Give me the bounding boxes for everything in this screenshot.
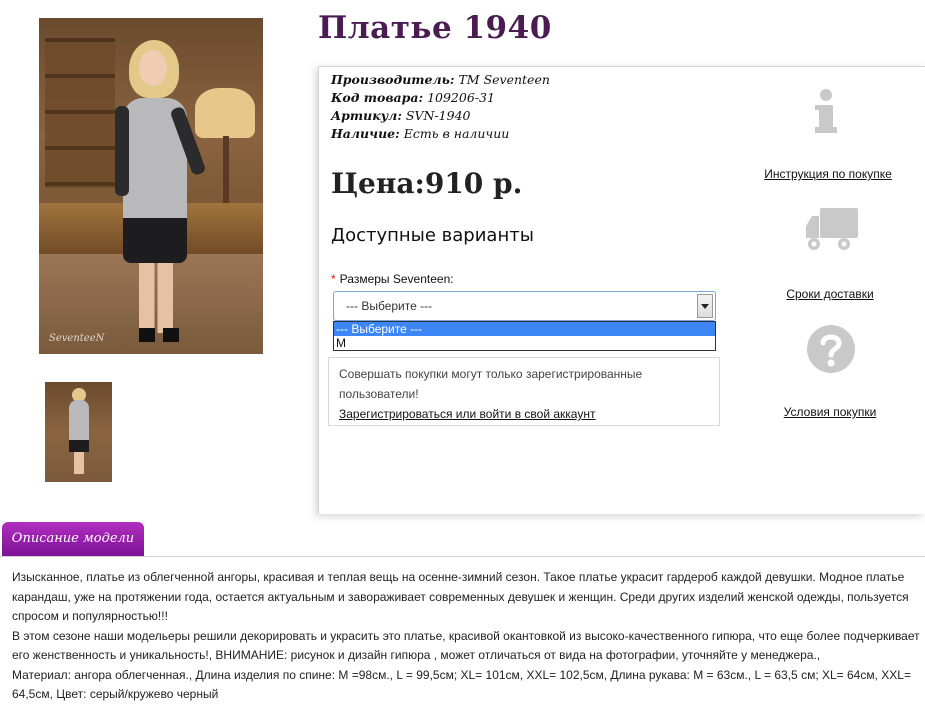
spec-label: Код товара:: [331, 90, 424, 105]
truck-icon[interactable]: [804, 206, 860, 252]
instructions-item: Инструкция по покупке: [748, 167, 908, 181]
image-watermark: SeventeeN: [49, 333, 105, 344]
model-legs: [139, 263, 173, 333]
size-option[interactable]: --- Выберите ---: [334, 322, 715, 336]
product-price: Цена:910 р.: [331, 167, 523, 200]
model-face: [139, 50, 167, 86]
terms-link[interactable]: Условия покупки: [784, 405, 877, 419]
instructions-link[interactable]: Инструкция по покупке: [764, 167, 892, 181]
variants-heading: Доступные варианты: [331, 225, 534, 246]
spec-label: Производитель:: [331, 72, 455, 87]
info-icon[interactable]: [806, 88, 846, 136]
description-body: Изысканное, платье из облегченной ангоры…: [12, 568, 922, 705]
spec-product-code: Код товара: 109206-31: [331, 89, 550, 107]
size-select-value: --- Выберите ---: [346, 299, 433, 313]
spec-value: SVN-1940: [405, 108, 471, 123]
delivery-link[interactable]: Сроки доставки: [786, 287, 873, 301]
size-option-text: Размеры Seventeen:: [339, 272, 454, 286]
spec-value: TM Seventeen: [458, 72, 550, 87]
spec-availability: Наличие: Есть в наличии: [331, 125, 550, 143]
terms-item: Условия покупки: [750, 405, 910, 419]
description-paragraph: Изысканное, платье из облегченной ангоры…: [12, 570, 909, 623]
delivery-item: Сроки доставки: [750, 287, 910, 301]
question-icon[interactable]: [806, 324, 856, 374]
required-mark: *: [331, 272, 336, 286]
lamp-decor: [195, 88, 255, 138]
login-register-link[interactable]: Зарегистрироваться или войти в свой акка…: [339, 407, 595, 421]
login-notice: Совершать покупки могут только зарегистр…: [328, 357, 720, 426]
lamp-stand-decor: [223, 136, 229, 206]
description-paragraph: В этом сезоне наши модельеры решили деко…: [12, 628, 920, 663]
login-notice-text: Совершать покупки могут только зарегистр…: [339, 367, 643, 401]
spec-label: Артикул:: [331, 108, 402, 123]
thumb-lace: [69, 440, 89, 452]
thumb-legs: [74, 452, 84, 474]
tab-description[interactable]: Описание модели: [2, 522, 144, 556]
spec-value: Есть в наличии: [403, 126, 510, 141]
spec-manufacturer: Производитель: TM Seventeen: [331, 71, 550, 89]
spec-article: Артикул: SVN-1940: [331, 107, 550, 125]
tab-divider: [0, 556, 925, 557]
product-thumbnail[interactable]: [45, 382, 112, 482]
spec-label: Наличие:: [331, 126, 400, 141]
product-specs: Производитель: TM Seventeen Код товара: …: [331, 71, 550, 143]
size-dropdown-list: --- Выберите --- M: [333, 321, 716, 351]
description-paragraph: Материал: ангора облегченная., Длина изд…: [12, 667, 911, 702]
product-main-image[interactable]: SeventeeN: [39, 18, 263, 354]
model-sleeve-left: [115, 106, 129, 196]
size-option[interactable]: M: [334, 336, 715, 350]
size-option-label: * Размеры Seventeen:: [331, 272, 454, 286]
spec-value: 109206-31: [427, 90, 495, 105]
model-shoes: [139, 328, 179, 342]
size-select[interactable]: --- Выберите ---: [333, 291, 716, 321]
model-lace: [123, 218, 187, 263]
bookshelf-decor: [45, 38, 115, 188]
chevron-down-icon[interactable]: [697, 294, 713, 318]
product-title: Платье 1940: [318, 10, 552, 46]
